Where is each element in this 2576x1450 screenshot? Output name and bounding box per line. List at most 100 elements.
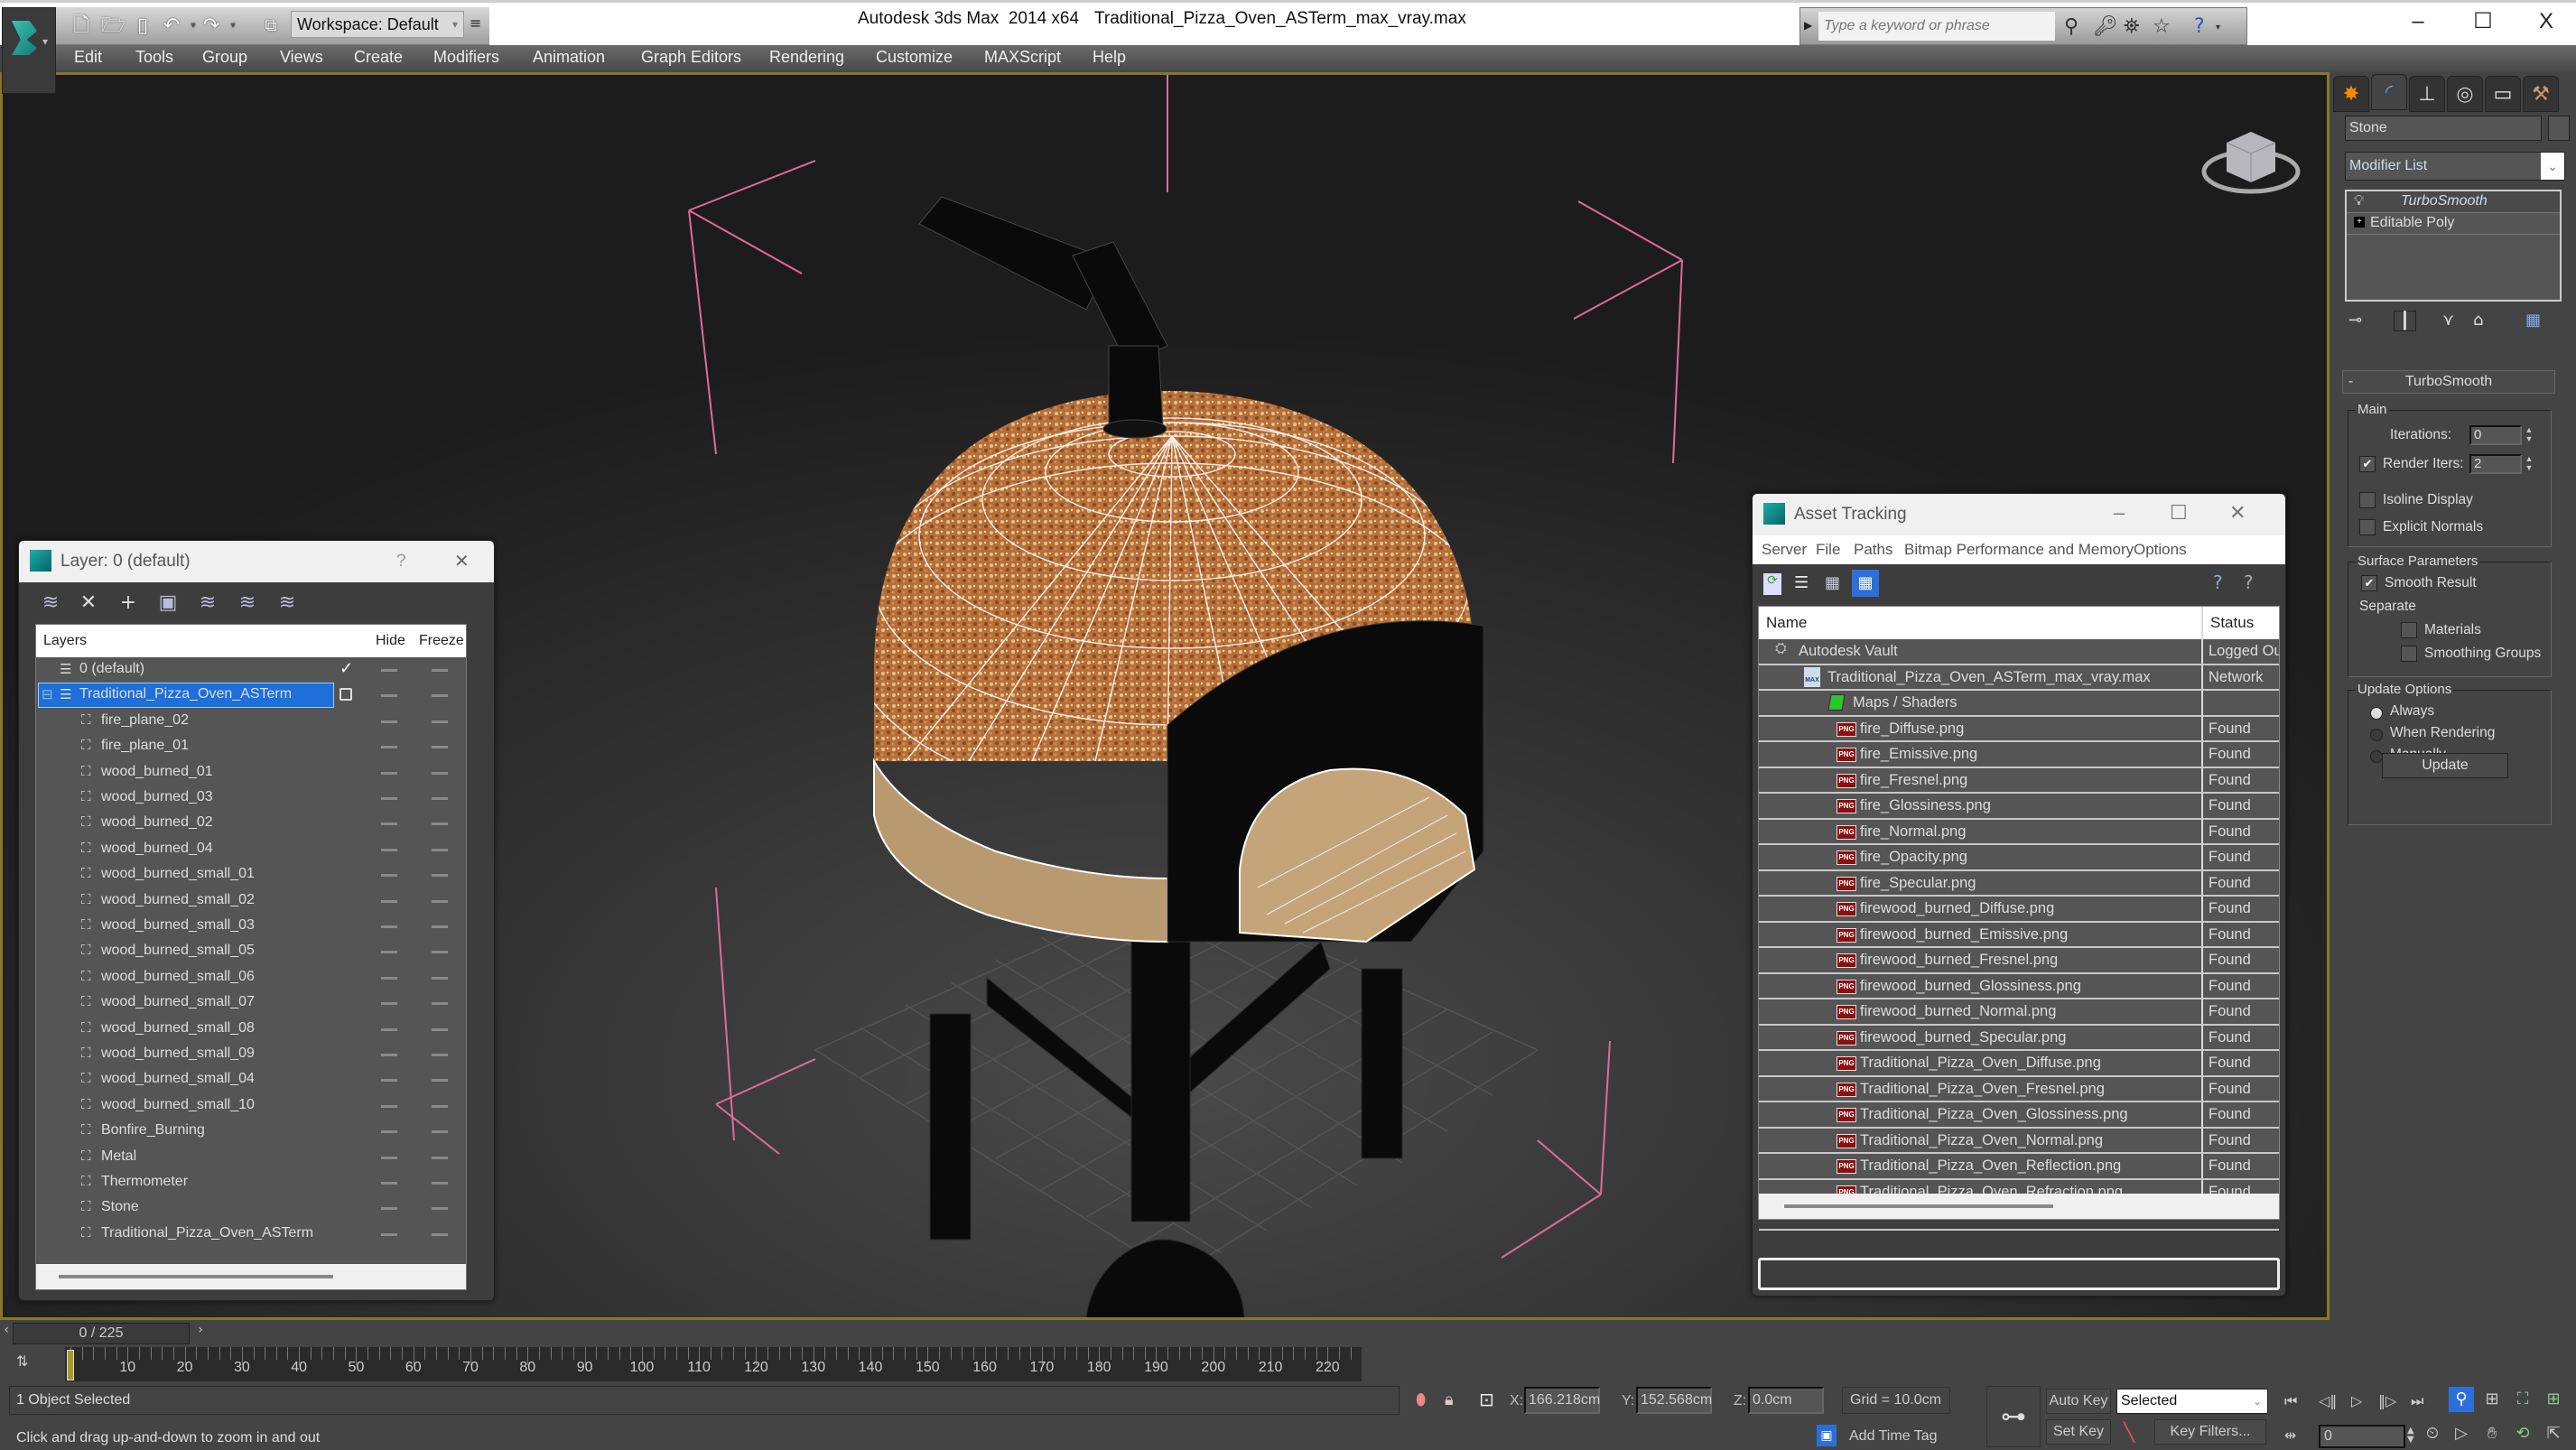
zoom-extents-icon[interactable]: ⛶ <box>2510 1387 2535 1412</box>
smooth-result-checkbox[interactable]: ✔ <box>2361 575 2377 591</box>
satellite-icon[interactable]: ⛯ <box>2124 15 2140 38</box>
layer-row[interactable]: ⛶ wood_burned_small_09 <box>36 1042 466 1067</box>
freeze-toggle[interactable] <box>432 720 448 723</box>
hide-toggle[interactable] <box>381 797 397 800</box>
horizontal-scrollbar[interactable] <box>1759 1194 2279 1219</box>
freeze-toggle[interactable] <box>432 925 448 928</box>
z-coordinate-field[interactable]: 0.0cm <box>1748 1387 1824 1414</box>
scrollbar-thumb[interactable] <box>1784 1204 2053 1208</box>
freeze-toggle[interactable] <box>432 976 448 980</box>
binoculars-icon[interactable]: ⚲ <box>2064 15 2078 38</box>
hide-toggle[interactable] <box>381 720 397 723</box>
asset-row[interactable]: PNG firewood_burned_Emissive.png Found <box>1759 923 2279 948</box>
lightbulb-icon[interactable]: 💡︎ <box>2354 193 2364 209</box>
freeze-toggle[interactable] <box>432 1002 448 1006</box>
freeze-toggle[interactable] <box>432 1130 448 1134</box>
create-layer-icon[interactable]: ≋ <box>39 591 62 615</box>
save-icon[interactable]: ▯ <box>132 14 153 38</box>
hide-toggle[interactable] <box>381 1054 397 1056</box>
asset-row[interactable]: PNG fire_Emissive.png Found <box>1759 742 2279 768</box>
time-configuration-icon[interactable]: ⏲ <box>2420 1421 2445 1446</box>
spinner-arrows-icon[interactable]: ▲ ▼ <box>2407 1427 2414 1445</box>
asset-row[interactable]: PNG fire_Specular.png Found <box>1759 871 2279 897</box>
freeze-toggle[interactable] <box>432 1079 448 1083</box>
layer-row[interactable]: ⛶ fire_plane_02 <box>36 709 466 734</box>
layer-row[interactable]: ⛶ wood_burned_small_02 <box>36 888 466 914</box>
x-coordinate-field[interactable]: 166.218cm <box>1524 1387 1600 1414</box>
layer-row[interactable]: ⛶ wood_burned_04 <box>36 837 466 862</box>
hide-toggle[interactable] <box>381 848 397 851</box>
track-bar[interactable]: 0102030405060708090100110120130140150160… <box>65 1347 1362 1381</box>
pin-stack-icon[interactable]: ⊸ <box>2348 311 2362 330</box>
y-coordinate-field[interactable]: 152.568cm <box>1636 1387 1712 1414</box>
close-button[interactable]: X <box>2519 5 2573 38</box>
time-tag-icon[interactable]: ▣ <box>1817 1425 1837 1446</box>
hide-toggle[interactable] <box>381 1156 397 1159</box>
layer-row[interactable]: ⛶ wood_burned_small_10 <box>36 1093 466 1119</box>
freeze-toggle[interactable] <box>432 797 448 800</box>
add-time-tag-button[interactable]: Add Time Tag <box>1842 1425 1950 1448</box>
render-iters-checkbox[interactable]: ✔ <box>2359 456 2376 472</box>
maximize-button[interactable]: ☐ <box>2456 5 2510 38</box>
search-input[interactable] <box>1818 12 2055 41</box>
layer-dialog-titlebar[interactable]: Layer: 0 (default) ? ✕ <box>19 541 494 582</box>
previous-frame-button[interactable]: ‹ <box>0 1323 13 1344</box>
layer-row[interactable]: ⛶ wood_burned_small_05 <box>36 939 466 964</box>
hide-toggle[interactable] <box>381 976 397 980</box>
freeze-toggle[interactable] <box>432 746 448 749</box>
expand-icon[interactable]: ▶ <box>1804 19 1812 32</box>
hide-toggle[interactable] <box>381 1182 397 1185</box>
hide-toggle[interactable] <box>381 1207 397 1211</box>
asset-row[interactable]: PNG fire_Normal.png Found <box>1759 820 2279 845</box>
materials-checkbox[interactable] <box>2401 622 2417 638</box>
zoom-extents-all-icon[interactable]: ⊞ <box>2541 1387 2566 1412</box>
freeze-toggle[interactable] <box>432 771 448 775</box>
column-freeze[interactable]: Freeze <box>419 633 464 649</box>
show-end-result-icon[interactable]: ┃ <box>2394 311 2416 331</box>
freeze-toggle[interactable] <box>432 848 448 851</box>
workspace-dropdown[interactable]: Workspace: Default ▾ <box>291 11 464 38</box>
refresh-icon[interactable]: ⟳ <box>1763 573 1781 595</box>
layer-row[interactable]: ⛶ Traditional_Pizza_Oven_ASTerm <box>36 1222 466 1247</box>
next-frame-button[interactable]: › <box>191 1323 209 1344</box>
layer-row[interactable]: ⛶ wood_burned_03 <box>36 785 466 811</box>
remove-modifier-icon[interactable]: ⌂ <box>2473 311 2483 330</box>
asset-row[interactable]: PNG firewood_burned_Glossiness.png Found <box>1759 974 2279 999</box>
new-file-icon[interactable]: 🗋 <box>70 14 92 38</box>
tab-utilities[interactable]: ⚒ <box>2523 76 2559 112</box>
menu-options[interactable]: Options <box>2134 541 2187 559</box>
redo-dropdown-icon[interactable]: ▾ <box>222 14 244 38</box>
turbosmooth-rollout-header[interactable]: - TurboSmooth <box>2342 370 2555 394</box>
radio-when-rendering[interactable] <box>2370 729 2383 741</box>
key-filters-button[interactable]: Key Filters... <box>2154 1419 2266 1445</box>
maximize-button[interactable]: ☐ <box>2170 501 2188 525</box>
asset-row[interactable]: PNG fire_Fresnel.png Found <box>1759 768 2279 794</box>
smoothing-groups-checkbox[interactable] <box>2401 646 2417 662</box>
freeze-toggle[interactable] <box>432 951 448 954</box>
asset-row[interactable]: PNG fire_Opacity.png Found <box>1759 845 2279 871</box>
orbit-icon[interactable]: ⟲ <box>2510 1421 2535 1446</box>
asset-row[interactable]: PNG Traditional_Pizza_Oven_Diffuse.png Fou… <box>1759 1051 2279 1077</box>
asset-dialog-titlebar[interactable]: Asset Tracking – ☐ ✕ <box>1753 494 2285 535</box>
asset-row[interactable]: PNG Traditional_Pizza_Oven_Glossiness.png… <box>1759 1102 2279 1129</box>
help-icon[interactable]: ? <box>2213 572 2223 593</box>
freeze-all-icon[interactable]: ≋ <box>275 591 299 615</box>
set-keys-key-icon[interactable]: ⊶ <box>1986 1386 2041 1447</box>
viewcube[interactable] <box>2201 116 2301 197</box>
object-name-field[interactable]: Stone <box>2345 116 2542 141</box>
project-folder-icon[interactable]: ⧉ <box>260 14 282 38</box>
asset-row[interactable]: PNG Traditional_Pizza_Oven_Fresnel.png Fou… <box>1759 1077 2279 1102</box>
layer-row[interactable]: ⛶ Thermometer <box>36 1170 466 1195</box>
list-view-icon[interactable]: ☰ <box>1794 573 1809 592</box>
key-mode-dropdown[interactable]: Selected ⌄ <box>2116 1389 2268 1414</box>
spinner-arrows-icon[interactable]: ▲ ▼ <box>2524 425 2534 445</box>
configure-modifier-sets-icon[interactable]: ▦ <box>2525 311 2541 330</box>
hide-toggle[interactable] <box>381 1104 397 1108</box>
freeze-toggle[interactable] <box>432 1156 448 1159</box>
asset-row[interactable]: Maps / Shaders <box>1759 691 2279 717</box>
tab-create[interactable]: ✸ <box>2333 76 2369 112</box>
set-key-button[interactable]: Set Key <box>2046 1419 2111 1445</box>
zoom-icon[interactable]: ⚲ <box>2449 1387 2474 1412</box>
current-layer-checkmark-icon[interactable]: ✓ <box>339 659 353 678</box>
layer-row[interactable]: ⛶ Stone <box>36 1195 466 1221</box>
